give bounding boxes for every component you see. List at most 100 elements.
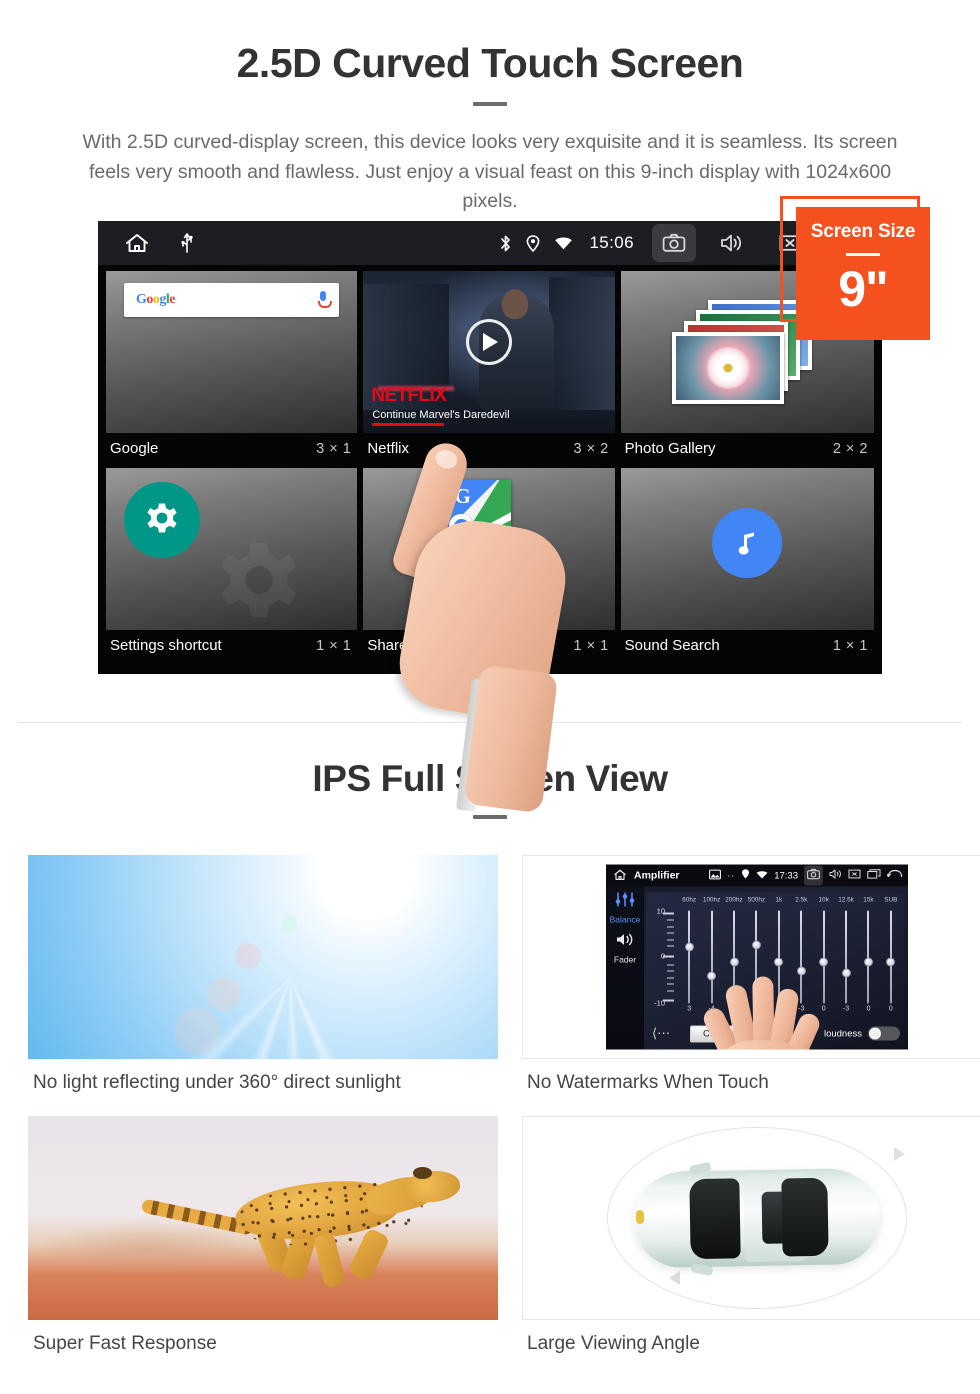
product-feature-page: 2.5D Curved Touch Screen With 2.5D curve… <box>0 0 980 1394</box>
feature-card-sunlight: No light reflecting under 360° direct su… <box>28 855 498 1116</box>
widget-row-2: Settings shortcut 1 × 1 G Share location… <box>106 468 874 663</box>
amp-close-icon[interactable] <box>848 867 861 885</box>
music-note-icon[interactable] <box>712 507 783 578</box>
widget-name: Netflix <box>367 440 410 458</box>
band-label: 60hz <box>682 896 697 904</box>
curved-touch-screen-section: 2.5D Curved Touch Screen With 2.5D curve… <box>0 0 980 814</box>
amplifier-equalizer: Balance Fader 60hz 100hz 200hz 500hz 1k … <box>606 886 908 1050</box>
caption-fast-response: Super Fast Response <box>33 1333 217 1354</box>
eq-value: -3 <box>842 1005 850 1013</box>
balance-tab[interactable]: Balance <box>606 887 644 925</box>
microphone-icon[interactable] <box>317 290 333 310</box>
google-logo: Google <box>136 292 175 308</box>
widget-label-photo-gallery: Photo Gallery 2 × 2 <box>621 433 874 466</box>
location-icon <box>526 234 540 253</box>
car-body <box>633 1161 881 1276</box>
widget-label-share-location: Share location 1 × 1 <box>363 630 614 663</box>
band-label: 200hz <box>725 896 743 904</box>
widget-size: 1 × 1 <box>316 637 352 654</box>
page-indicator <box>106 665 874 675</box>
home-icon[interactable] <box>124 232 150 254</box>
band-label: 15k <box>863 896 874 904</box>
band-label: 12.5k <box>838 896 854 904</box>
amp-recent-apps-icon[interactable] <box>867 867 881 885</box>
google-search-widget[interactable]: Google <box>106 271 358 434</box>
eq-value: 0 <box>888 1005 893 1013</box>
google-search-bar[interactable]: Google <box>124 283 340 318</box>
caption-watermarks: No Watermarks When Touch <box>527 1072 769 1093</box>
netflix-subtitle: Continue Marvel's Daredevil <box>372 409 510 422</box>
caption-viewing-angle: Large Viewing Angle <box>527 1333 700 1354</box>
widget-size: 3 × 1 <box>316 440 352 457</box>
page-dot[interactable] <box>435 672 465 675</box>
band-label: 10k <box>818 896 829 904</box>
badge-label: Screen Size <box>810 221 916 242</box>
loudness-toggle[interactable] <box>868 1026 900 1041</box>
widget-name: Sound Search <box>624 637 720 655</box>
more-dots-icon: ·· <box>727 870 736 881</box>
amp-home-icon[interactable] <box>613 869 627 887</box>
equalizer-scale: 10 0 -10 <box>648 907 676 1008</box>
image-icon <box>709 867 722 885</box>
amp-wifi-icon <box>756 867 768 885</box>
widget-size: 3 × 2 <box>573 440 609 457</box>
settings-gear-watermark-icon <box>200 526 318 630</box>
amplifier-ui: Amplifier ·· 17:33 Balance Fader 60hz 10… <box>606 864 908 1050</box>
fader-tab-label: Fader <box>613 954 637 965</box>
netflix-widget[interactable]: NETFLIX Continue Marvel's Daredevil <box>363 271 615 434</box>
share-location-widget[interactable]: G <box>363 468 615 631</box>
sunny-sky-photo <box>28 855 498 1059</box>
amp-camera-icon[interactable] <box>804 865 823 886</box>
eq-slider-60hz[interactable] <box>678 910 700 1004</box>
google-maps-icon[interactable]: G <box>447 480 512 541</box>
eq-slider-15k[interactable] <box>857 910 879 1004</box>
eq-value: 3 <box>687 1005 692 1013</box>
title-underline-rule <box>473 102 507 107</box>
settings-shortcut-widget[interactable] <box>106 468 358 631</box>
wifi-icon <box>554 236 573 251</box>
widget-settings-shortcut[interactable]: Settings shortcut 1 × 1 <box>106 468 358 663</box>
camera-icon[interactable] <box>652 224 696 263</box>
amplifier-hand-illustration <box>700 947 823 1050</box>
page-dot-active[interactable] <box>515 672 545 675</box>
play-button-icon[interactable] <box>465 319 512 366</box>
amp-volume-icon[interactable] <box>829 867 842 885</box>
eq-value: 0 <box>866 1005 871 1013</box>
widget-share-location[interactable]: G Share location 1 × 1 <box>363 468 615 663</box>
widget-netflix[interactable]: NETFLIX Continue Marvel's Daredevil Netf… <box>363 271 615 466</box>
feature-card-fast-response: Super Fast Response <box>28 1116 498 1377</box>
eq-slider-sub[interactable] <box>880 910 902 1004</box>
loudness-label: loudness <box>823 1028 862 1039</box>
settings-gear-icon[interactable] <box>124 482 200 559</box>
amp-back-icon[interactable] <box>886 867 903 885</box>
android-head-unit-screen: 15:06 Google Google 3 × 1 NETFLIX Contin… <box>98 221 882 675</box>
band-label: 1k <box>775 896 783 904</box>
status-bar-left <box>98 232 194 254</box>
loudness-control[interactable]: loudness <box>823 1026 900 1041</box>
widget-row-1: Google Google 3 × 1 NETFLIX Continue Mar… <box>106 271 874 466</box>
section-divider <box>18 722 962 723</box>
page-dot[interactable] <box>475 672 505 675</box>
widget-name: Share location <box>367 637 464 655</box>
band-label: 500hz <box>747 896 766 904</box>
volume-icon[interactable] <box>710 224 754 262</box>
status-bar: 15:06 <box>98 221 882 266</box>
bluetooth-icon <box>499 234 512 253</box>
feature-card-watermarks: Amplifier ·· 17:33 Balance Fader 60hz 10… <box>522 855 980 1116</box>
status-bar-clock: 15:06 <box>589 233 634 253</box>
ips-full-screen-view-section: IPS Full Screen View No light reflecting… <box>0 740 980 1377</box>
feature-card-grid: No light reflecting under 360° direct su… <box>0 819 980 1377</box>
balance-tab-label: Balance <box>609 914 641 925</box>
caption-sunlight: No light reflecting under 360° direct su… <box>33 1072 401 1093</box>
band-label: 100hz <box>702 896 721 904</box>
sound-search-widget[interactable] <box>620 468 874 631</box>
widget-sound-search[interactable]: Sound Search 1 × 1 <box>620 468 874 663</box>
widget-name: Settings shortcut <box>110 637 222 655</box>
widget-size: 2 × 2 <box>832 440 868 457</box>
widget-name: Photo Gallery <box>624 440 716 458</box>
amplifier-status-bar: Amplifier ·· 17:33 <box>606 864 908 887</box>
widget-google[interactable]: Google Google 3 × 1 <box>106 271 358 466</box>
amplifier-screenshot: Amplifier ·· 17:33 Balance Fader 60hz 10… <box>522 855 980 1059</box>
eq-slider-12.5k[interactable] <box>835 910 857 1004</box>
fader-tab[interactable]: Fader <box>606 925 644 965</box>
